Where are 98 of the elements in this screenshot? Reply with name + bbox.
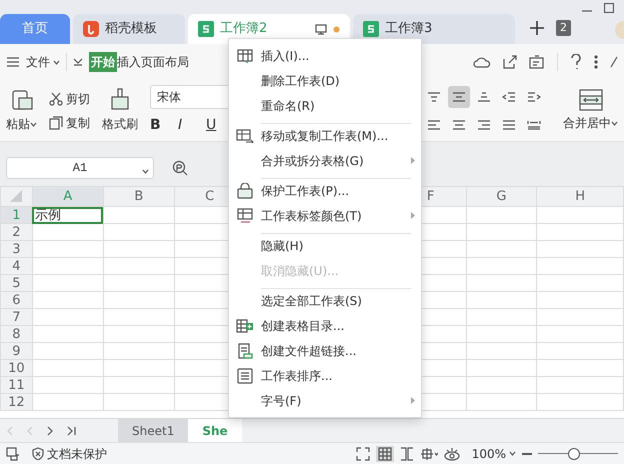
align-icon <box>452 120 466 130</box>
table-cell[interactable]: 示例 <box>32 206 104 224</box>
row-header[interactable]: 6 <box>0 292 32 308</box>
menu-item[interactable]: 创建文件超链接... <box>229 338 421 363</box>
file-menu[interactable]: 文件 <box>6 53 60 71</box>
submenu-arrow-icon <box>411 397 415 404</box>
slider-thumb[interactable] <box>568 448 580 460</box>
row-header[interactable]: 11 <box>0 376 32 394</box>
next-icon[interactable] <box>46 426 54 436</box>
align-icon <box>502 120 516 130</box>
last-icon[interactable] <box>66 426 76 436</box>
window-count-badge[interactable]: 2 <box>556 20 571 36</box>
style-button[interactable]: I <box>178 115 200 136</box>
column-header[interactable]: G <box>466 186 537 206</box>
brush-icon <box>109 88 131 112</box>
collapse-icon[interactable] <box>610 56 618 68</box>
row-header[interactable]: 9 <box>0 342 32 360</box>
monitor-icon <box>315 24 327 34</box>
align-icon <box>477 92 491 102</box>
lock-icon <box>237 182 253 198</box>
tab[interactable]: 稻壳模板 <box>73 14 185 44</box>
menu-item[interactable]: 工作表排序... <box>229 363 421 388</box>
prev-icon <box>26 426 34 436</box>
row-header[interactable]: 12 <box>0 394 32 410</box>
row-header[interactable]: 10 <box>0 360 32 376</box>
share-icon[interactable] <box>503 55 517 69</box>
row-header[interactable]: 4 <box>0 258 32 274</box>
more-icon[interactable] <box>594 55 598 69</box>
normal-view-icon[interactable] <box>378 446 392 460</box>
menu-item[interactable]: 创建表格目录... <box>229 313 421 338</box>
menu-item[interactable]: 插入(I)... <box>229 43 421 68</box>
align-icon <box>452 92 466 102</box>
menu-item[interactable]: 字号(F) <box>229 388 421 413</box>
copy-icon <box>49 116 63 130</box>
document-link-icon <box>237 342 253 358</box>
submenu-arrow-icon <box>411 157 415 164</box>
dropdown-icon <box>142 169 149 174</box>
cloud-icon[interactable] <box>473 55 491 69</box>
shield-icon <box>32 447 44 460</box>
caret-icon <box>509 451 516 456</box>
align-button[interactable] <box>448 86 470 108</box>
protection-status[interactable]: 文档未保护 <box>32 444 107 462</box>
column-header[interactable]: B <box>103 186 174 206</box>
plus-icon[interactable] <box>530 21 544 35</box>
maximize-icon[interactable] <box>604 3 614 13</box>
row-header[interactable]: 5 <box>0 274 32 292</box>
paste-button[interactable]: 粘贴 <box>6 88 37 133</box>
clipboard-icon <box>10 88 34 112</box>
first-icon <box>6 426 14 436</box>
fullscreen-icon[interactable] <box>356 446 370 460</box>
align-icon <box>527 92 541 102</box>
help-icon[interactable] <box>570 54 582 70</box>
layout-icon[interactable] <box>420 446 438 460</box>
sheet-tab[interactable]: Sheet1 <box>118 419 188 442</box>
ribbon-tab[interactable]: 页面布局 <box>141 53 189 71</box>
align-icon <box>502 92 516 102</box>
note-icon[interactable] <box>529 55 545 69</box>
zoom-icon[interactable] <box>172 160 188 176</box>
row-header[interactable]: 2 <box>0 224 32 240</box>
column-header[interactable]: H <box>536 186 624 206</box>
align-icon <box>427 92 441 102</box>
table-add-icon <box>236 318 254 332</box>
macro-icon[interactable] <box>6 446 20 460</box>
zoom-dropdown[interactable]: 100% <box>472 444 516 462</box>
logo-icon <box>83 21 99 37</box>
merge-button[interactable]: 合并居中 <box>563 89 618 132</box>
row-header[interactable]: 7 <box>0 308 32 326</box>
align-icon <box>427 120 441 130</box>
caret-icon <box>30 122 37 128</box>
cut-button[interactable]: 剪切 <box>49 90 90 108</box>
list-icon <box>237 368 253 384</box>
align-icon <box>527 120 541 130</box>
merge-icon <box>578 89 602 111</box>
menu-item[interactable]: 合并或拆分表格(G) <box>229 148 421 173</box>
submenu-arrow-icon <box>411 212 415 219</box>
caret-icon <box>611 121 618 126</box>
style-button[interactable]: B <box>150 115 172 136</box>
spreadsheet-icon <box>198 21 214 37</box>
row-header[interactable]: 8 <box>0 326 32 342</box>
eye-icon[interactable] <box>444 446 460 460</box>
menu-icon <box>6 56 20 68</box>
expand-icon[interactable] <box>73 58 83 66</box>
style-button[interactable]: U <box>206 115 228 136</box>
zoom-out-icon[interactable] <box>522 452 532 456</box>
format-painter-button[interactable]: 格式刷 <box>102 88 138 133</box>
table-icon <box>237 48 253 62</box>
align-icon <box>477 120 491 130</box>
table-arrow-icon <box>236 128 254 142</box>
ribbon-tab[interactable]: 插入 <box>117 53 141 71</box>
copy-button[interactable]: 复制 <box>49 114 90 132</box>
name-box[interactable]: A1 <box>6 157 154 179</box>
tab[interactable]: 工作簿3 <box>353 14 515 44</box>
row-header[interactable]: 3 <box>0 240 32 258</box>
tab-color-icon <box>237 208 253 224</box>
scissors-icon <box>49 92 63 106</box>
page-break-icon[interactable] <box>400 446 414 460</box>
zoom-slider[interactable] <box>538 448 618 460</box>
caret-icon <box>53 60 60 64</box>
